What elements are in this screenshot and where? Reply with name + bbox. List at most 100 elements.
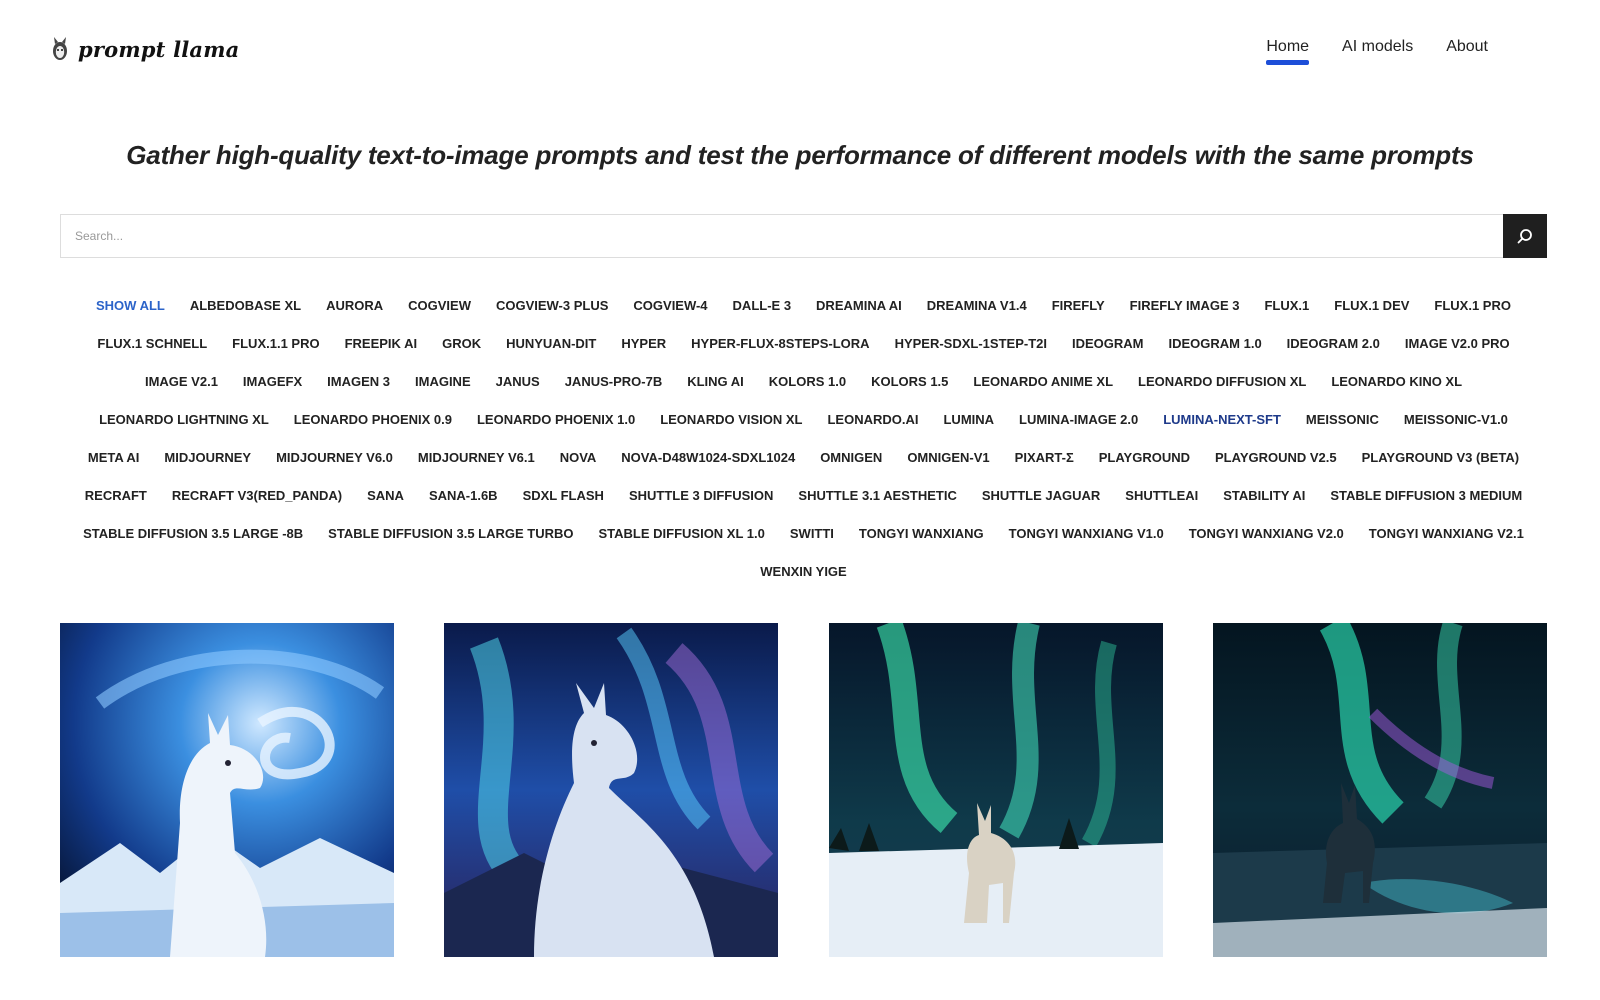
model-tag[interactable]: TONGYI WANXIANG V1.0 [996, 515, 1176, 553]
model-tag[interactable]: SWITTI [777, 515, 846, 553]
model-tag[interactable]: IDEOGRAM [1059, 325, 1156, 363]
model-tag[interactable]: LEONARDO KINO XL [1319, 363, 1475, 401]
model-tag[interactable]: PLAYGROUND V3 (BETA) [1349, 439, 1531, 477]
model-tag[interactable]: MIDJOURNEY V6.0 [264, 439, 406, 477]
model-tag[interactable]: LEONARDO VISION XL [648, 401, 815, 439]
model-tag[interactable]: STABLE DIFFUSION 3.5 LARGE -8B [71, 515, 316, 553]
model-tag[interactable]: COGVIEW-4 [621, 287, 720, 325]
model-tag[interactable]: FLUX.1 DEV [1322, 287, 1422, 325]
gallery-card[interactable] [1212, 623, 1547, 957]
model-tag[interactable]: FLUX.1 [1252, 287, 1322, 325]
model-tag[interactable]: PLAYGROUND [1086, 439, 1202, 477]
model-tag[interactable]: IDEOGRAM 2.0 [1274, 325, 1392, 363]
model-tag[interactable]: KOLORS 1.5 [859, 363, 961, 401]
model-tag[interactable]: SHUTTLE JAGUAR [969, 477, 1112, 515]
model-tag[interactable]: OMNIGEN-V1 [895, 439, 1002, 477]
model-filter-tags: SHOW ALL ALBEDOBASE XL AURORA COGVIEW COGVIE… [60, 287, 1547, 591]
model-tag[interactable]: SHUTTLE 3.1 AESTHETIC [786, 477, 969, 515]
model-tag[interactable]: MEISSONIC [1293, 401, 1391, 439]
model-tag[interactable]: WENXIN YIGE [748, 553, 859, 591]
gallery-card[interactable] [444, 623, 779, 957]
model-tag[interactable]: GROK [430, 325, 494, 363]
model-tag[interactable]: FIREFLY [1039, 287, 1117, 325]
model-tag[interactable]: DREAMINA AI [804, 287, 915, 325]
model-tag[interactable]: NOVA [547, 439, 609, 477]
model-tag[interactable]: KOLORS 1.0 [756, 363, 858, 401]
model-tag[interactable]: STABLE DIFFUSION 3.5 LARGE TURBO [316, 515, 586, 553]
model-tag[interactable]: RECRAFT V3(RED_PANDA) [159, 477, 354, 515]
brand-name: prompt llama [78, 36, 240, 62]
model-tag[interactable]: FLUX.1.1 PRO [220, 325, 332, 363]
model-tag[interactable]: SHOW ALL [84, 287, 178, 325]
model-tag[interactable]: PLAYGROUND V2.5 [1203, 439, 1350, 477]
model-tag[interactable]: HUNYUAN-DIT [494, 325, 609, 363]
model-tag[interactable]: IMAGE V2.0 PRO [1392, 325, 1522, 363]
image-gallery [60, 623, 1547, 957]
model-tag[interactable]: STABLE DIFFUSION 3 MEDIUM [1318, 477, 1535, 515]
llama-logo-icon [53, 37, 67, 60]
hero-title: Gather high-quality text-to-image prompt… [126, 140, 1474, 170]
model-tag[interactable]: LEONARDO PHOENIX 1.0 [464, 401, 647, 439]
model-tag[interactable]: LUMINA-IMAGE 2.0 [1007, 401, 1151, 439]
model-tag[interactable]: STABILITY AI [1211, 477, 1318, 515]
model-tag[interactable]: LUMINA-NEXT-SFT [1151, 401, 1294, 439]
model-tag[interactable]: LEONARDO DIFFUSION XL [1126, 363, 1319, 401]
model-tag[interactable]: META AI [75, 439, 152, 477]
logo-link[interactable]: prompt llama [50, 36, 239, 62]
model-tag[interactable]: LEONARDO ANIME XL [961, 363, 1126, 401]
model-tag[interactable]: MIDJOURNEY V6.1 [405, 439, 547, 477]
nav-home[interactable]: Home [1266, 38, 1309, 65]
model-tag[interactable]: SANA [355, 477, 417, 515]
llama-starry-swirl-image [60, 623, 394, 957]
model-tag[interactable]: TONGYI WANXIANG [846, 515, 996, 553]
model-tag[interactable]: SHUTTLE 3 DIFFUSION [616, 477, 785, 515]
gallery-card[interactable] [828, 623, 1163, 957]
model-tag[interactable]: IMAGE V2.1 [132, 363, 230, 401]
model-tag[interactable]: IMAGEN 3 [315, 363, 403, 401]
model-tag[interactable]: SHUTTLEAI [1113, 477, 1211, 515]
model-tag[interactable]: COGVIEW-3 PLUS [483, 287, 620, 325]
model-tag[interactable]: JANUS [483, 363, 552, 401]
model-tag[interactable]: TONGYI WANXIANG V2.1 [1356, 515, 1536, 553]
search-bar [60, 214, 1547, 258]
model-tag[interactable]: OMNIGEN [808, 439, 895, 477]
model-tag[interactable]: DREAMINA V1.4 [914, 287, 1039, 325]
search-button[interactable] [1503, 214, 1547, 258]
model-tag[interactable]: NOVA-D48W1024-SDXL1024 [609, 439, 808, 477]
nav-ai-models[interactable]: AI models [1342, 38, 1413, 62]
model-tag[interactable]: LEONARDO PHOENIX 0.9 [281, 401, 464, 439]
model-tag[interactable]: RECRAFT [72, 477, 159, 515]
model-tag[interactable]: SANA-1.6B [416, 477, 510, 515]
model-tag[interactable]: IMAGEFX [230, 363, 314, 401]
gallery-card[interactable] [60, 623, 394, 957]
model-tag[interactable]: IMAGINE [403, 363, 484, 401]
model-tag[interactable]: AURORA [314, 287, 396, 325]
main-nav: Home AI models About [1266, 38, 1488, 65]
model-tag[interactable]: MEISSONIC-V1.0 [1391, 401, 1520, 439]
model-tag[interactable]: LUMINA [931, 401, 1007, 439]
model-tag[interactable]: SDXL FLASH [510, 477, 616, 515]
model-tag[interactable]: MIDJOURNEY [152, 439, 264, 477]
llama-aurora-lake-image [1212, 623, 1547, 957]
model-tag[interactable]: STABLE DIFFUSION XL 1.0 [586, 515, 777, 553]
model-tag[interactable]: FLUX.1 SCHNELL [85, 325, 220, 363]
model-tag[interactable]: JANUS-PRO-7B [552, 363, 675, 401]
model-tag[interactable]: HYPER-SDXL-1STEP-T2I [882, 325, 1059, 363]
model-tag[interactable]: LEONARDO.AI [815, 401, 931, 439]
model-tag[interactable]: DALL-E 3 [720, 287, 804, 325]
model-tag[interactable]: KLING AI [675, 363, 757, 401]
model-tag[interactable]: HYPER-FLUX-8STEPS-LORA [679, 325, 882, 363]
model-tag[interactable]: FLUX.1 PRO [1422, 287, 1524, 325]
search-input[interactable] [61, 215, 1503, 257]
model-tag[interactable]: FIREFLY IMAGE 3 [1117, 287, 1252, 325]
model-tag[interactable]: IDEOGRAM 1.0 [1156, 325, 1274, 363]
model-tag[interactable]: LEONARDO LIGHTNING XL [87, 401, 282, 439]
model-tag[interactable]: TONGYI WANXIANG V2.0 [1176, 515, 1356, 553]
model-tag[interactable]: COGVIEW [396, 287, 484, 325]
model-tag[interactable]: PIXART-Σ [1002, 439, 1086, 477]
model-tag[interactable]: FREEPIK AI [332, 325, 429, 363]
nav-about[interactable]: About [1446, 38, 1488, 62]
model-tag[interactable]: HYPER [609, 325, 679, 363]
model-tag[interactable]: ALBEDOBASE XL [177, 287, 313, 325]
search-icon [1517, 229, 1532, 244]
